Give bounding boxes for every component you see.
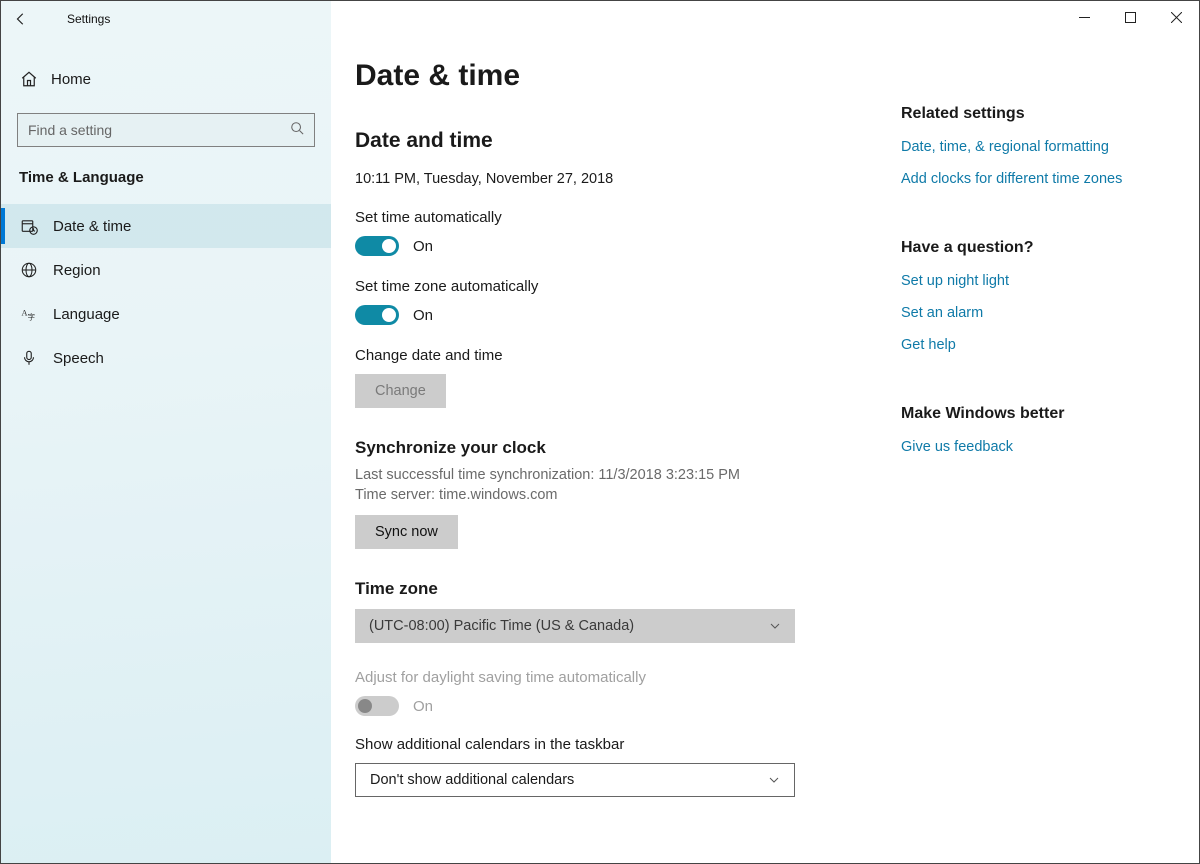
sidebar-item-language[interactable]: A字 Language xyxy=(1,292,331,336)
language-icon: A字 xyxy=(19,305,39,323)
sync-clock-heading: Synchronize your clock xyxy=(355,438,891,458)
minimize-button[interactable] xyxy=(1061,1,1107,33)
sync-now-button[interactable]: Sync now xyxy=(355,515,458,549)
globe-icon xyxy=(19,261,39,279)
set-tz-auto-value: On xyxy=(413,307,433,324)
page-title: Date & time xyxy=(355,59,891,93)
right-column: Related settings Date, time, & regional … xyxy=(891,1,1199,863)
window-controls xyxy=(1061,1,1199,33)
microphone-icon xyxy=(19,349,39,367)
app-title: Settings xyxy=(67,12,110,26)
have-question-heading: Have a question? xyxy=(901,239,1199,257)
sidebar-item-label: Date & time xyxy=(53,218,131,235)
arrow-left-icon xyxy=(14,12,28,26)
time-zone-label: Time zone xyxy=(355,579,891,599)
link-give-feedback[interactable]: Give us feedback xyxy=(901,439,1199,455)
sidebar-item-date-time[interactable]: Date & time xyxy=(1,204,331,248)
close-button[interactable] xyxy=(1153,1,1199,33)
sidebar-item-label: Language xyxy=(53,306,120,323)
dst-value: On xyxy=(413,698,433,715)
chevron-down-icon xyxy=(769,620,781,632)
time-zone-select: (UTC-08:00) Pacific Time (US & Canada) xyxy=(355,609,795,643)
back-button[interactable] xyxy=(1,1,41,37)
sidebar-item-label: Speech xyxy=(53,350,104,367)
change-date-time-label: Change date and time xyxy=(355,347,891,364)
calendar-clock-icon xyxy=(19,217,39,235)
link-add-clocks[interactable]: Add clocks for different time zones xyxy=(901,171,1199,187)
sync-server-text: Time server: time.windows.com xyxy=(355,486,891,506)
additional-calendars-label: Show additional calendars in the taskbar xyxy=(355,736,891,753)
titlebar-left: Settings xyxy=(1,1,331,37)
sidebar-home[interactable]: Home xyxy=(1,57,331,101)
home-label: Home xyxy=(51,71,91,88)
home-icon xyxy=(19,70,39,88)
sidebar-item-label: Region xyxy=(53,262,101,279)
chevron-down-icon xyxy=(768,774,780,786)
set-time-auto-value: On xyxy=(413,238,433,255)
time-zone-value: (UTC-08:00) Pacific Time (US & Canada) xyxy=(369,618,634,634)
sidebar-section-title: Time & Language xyxy=(19,169,331,186)
dst-toggle xyxy=(355,696,399,716)
set-tz-auto-toggle[interactable] xyxy=(355,305,399,325)
sidebar-item-region[interactable]: Region xyxy=(1,248,331,292)
search-box[interactable] xyxy=(17,113,315,147)
settings-window: Settings Home Time & Language Date & xyxy=(0,0,1200,864)
sidebar: Settings Home Time & Language Date & xyxy=(1,1,331,863)
search-input[interactable] xyxy=(28,122,290,138)
link-set-alarm[interactable]: Set an alarm xyxy=(901,305,1199,321)
sync-last-text: Last successful time synchronization: 11… xyxy=(355,466,891,486)
section-date-and-time: Date and time xyxy=(355,129,891,153)
additional-calendars-select[interactable]: Don't show additional calendars xyxy=(355,763,795,797)
sidebar-nav: Date & time Region A字 Language Speech xyxy=(1,204,331,380)
svg-text:字: 字 xyxy=(28,311,36,321)
search-wrap xyxy=(17,113,315,147)
additional-calendars-value: Don't show additional calendars xyxy=(370,772,574,788)
main: Date & time Date and time 10:11 PM, Tues… xyxy=(331,1,1199,863)
set-tz-auto-label: Set time zone automatically xyxy=(355,278,891,295)
dst-label: Adjust for daylight saving time automati… xyxy=(355,669,891,686)
svg-text:A: A xyxy=(22,309,28,318)
make-windows-better-heading: Make Windows better xyxy=(901,405,1199,423)
search-icon xyxy=(290,121,304,139)
set-time-auto-toggle[interactable] xyxy=(355,236,399,256)
current-datetime: 10:11 PM, Tuesday, November 27, 2018 xyxy=(355,171,891,187)
sidebar-item-speech[interactable]: Speech xyxy=(1,336,331,380)
related-settings-heading: Related settings xyxy=(901,105,1199,123)
link-get-help[interactable]: Get help xyxy=(901,337,1199,353)
link-date-time-regional[interactable]: Date, time, & regional formatting xyxy=(901,139,1199,155)
content-column: Date & time Date and time 10:11 PM, Tues… xyxy=(331,1,891,863)
set-time-auto-label: Set time automatically xyxy=(355,209,891,226)
maximize-button[interactable] xyxy=(1107,1,1153,33)
change-button[interactable]: Change xyxy=(355,374,446,408)
link-night-light[interactable]: Set up night light xyxy=(901,273,1199,289)
